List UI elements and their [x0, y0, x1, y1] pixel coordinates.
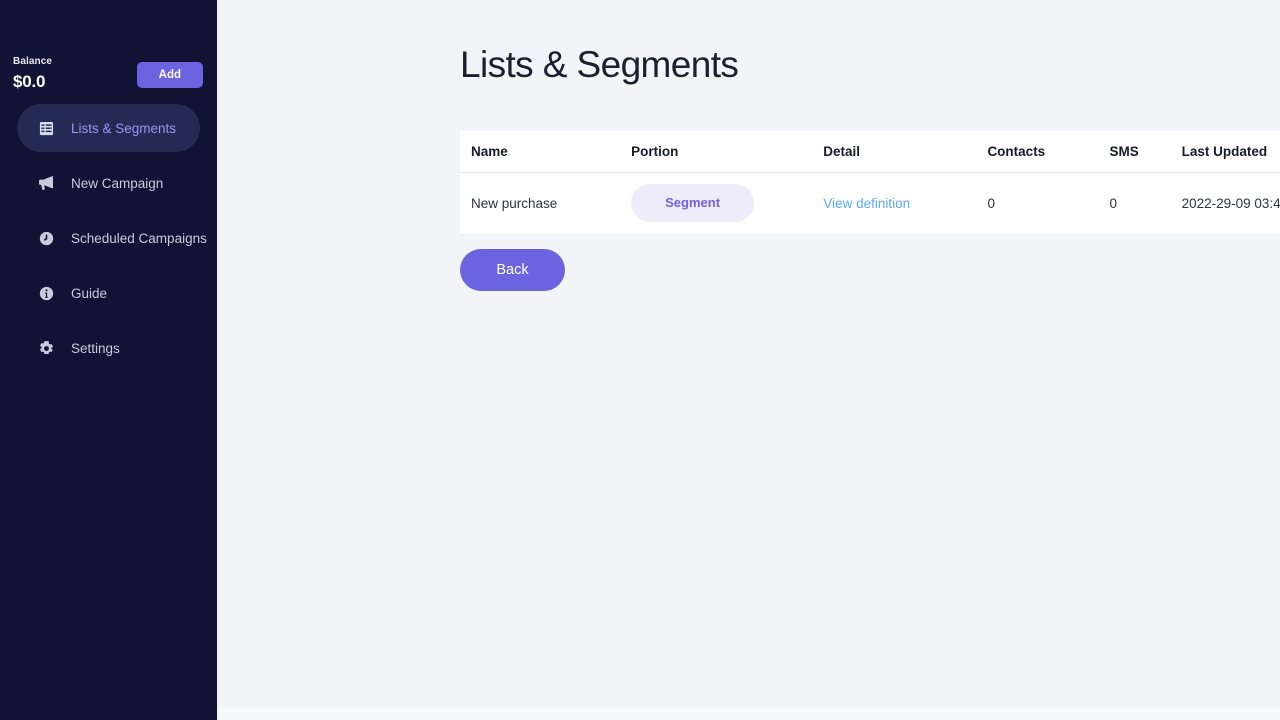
sidebar-item-lists-segments[interactable]: Lists & Segments: [17, 104, 200, 152]
sidebar-item-label: Guide: [71, 286, 107, 301]
table-body: New purchase Segment View definition 0 0…: [460, 172, 1280, 234]
sidebar-item-guide[interactable]: Guide: [17, 269, 200, 317]
back-button[interactable]: Back: [460, 249, 565, 291]
sidebar-item-settings[interactable]: Settings: [17, 324, 200, 372]
table-head: Name Portion Detail Contacts SMS Last Up…: [460, 131, 1280, 172]
gear-icon: [38, 340, 54, 356]
list-icon: [38, 120, 54, 136]
sidebar: Balance $0.0 Add Lists & Segments: [0, 0, 217, 720]
page-title: Lists & Segments: [460, 44, 738, 86]
sidebar-item-label: New Campaign: [71, 176, 163, 191]
status-badge: Segment: [631, 184, 754, 222]
balance-amount: $0.0: [13, 73, 52, 90]
add-balance-button[interactable]: Add: [137, 62, 203, 88]
sidebar-item-scheduled-campaigns[interactable]: Scheduled Campaigns: [17, 214, 200, 262]
cell-last-updated: 2022-29-09 03:40:46 PM: [1182, 172, 1280, 234]
main-content: Lists & Segments Name Portion Detail Con…: [217, 0, 1280, 720]
column-header-sms: SMS: [1110, 131, 1182, 172]
balance-label: Balance: [13, 57, 52, 67]
clock-icon: [38, 230, 54, 246]
info-icon: [38, 285, 54, 301]
view-definition-link[interactable]: View definition: [823, 196, 910, 211]
horizontal-scrollbar[interactable]: [217, 708, 1280, 720]
sidebar-item-label: Settings: [71, 341, 120, 356]
balance-texts: Balance $0.0: [13, 57, 52, 90]
megaphone-icon: [38, 175, 54, 191]
balance-block: Balance $0.0 Add: [0, 0, 217, 90]
cell-portion: Segment: [631, 172, 823, 234]
cell-sms: 0: [1110, 172, 1182, 234]
cell-name: New purchase: [460, 172, 631, 234]
table-row: New purchase Segment View definition 0 0…: [460, 172, 1280, 234]
app-root: Balance $0.0 Add Lists & Segments: [0, 0, 1280, 720]
lists-segments-table-card: Name Portion Detail Contacts SMS Last Up…: [460, 131, 1280, 235]
table-header-row: Name Portion Detail Contacts SMS Last Up…: [460, 131, 1280, 172]
sidebar-item-new-campaign[interactable]: New Campaign: [17, 159, 200, 207]
cell-detail: View definition: [823, 172, 987, 234]
column-header-last-updated: Last Updated: [1182, 131, 1280, 172]
column-header-contacts: Contacts: [987, 131, 1109, 172]
column-header-detail: Detail: [823, 131, 987, 172]
column-header-portion: Portion: [631, 131, 823, 172]
cell-contacts: 0: [987, 172, 1109, 234]
lists-segments-table: Name Portion Detail Contacts SMS Last Up…: [460, 131, 1280, 235]
sidebar-item-label: Scheduled Campaigns: [71, 231, 207, 246]
column-header-name: Name: [460, 131, 631, 172]
sidebar-item-label: Lists & Segments: [71, 121, 176, 136]
sidebar-nav: Lists & Segments New Campaign Scheduled …: [0, 104, 217, 372]
